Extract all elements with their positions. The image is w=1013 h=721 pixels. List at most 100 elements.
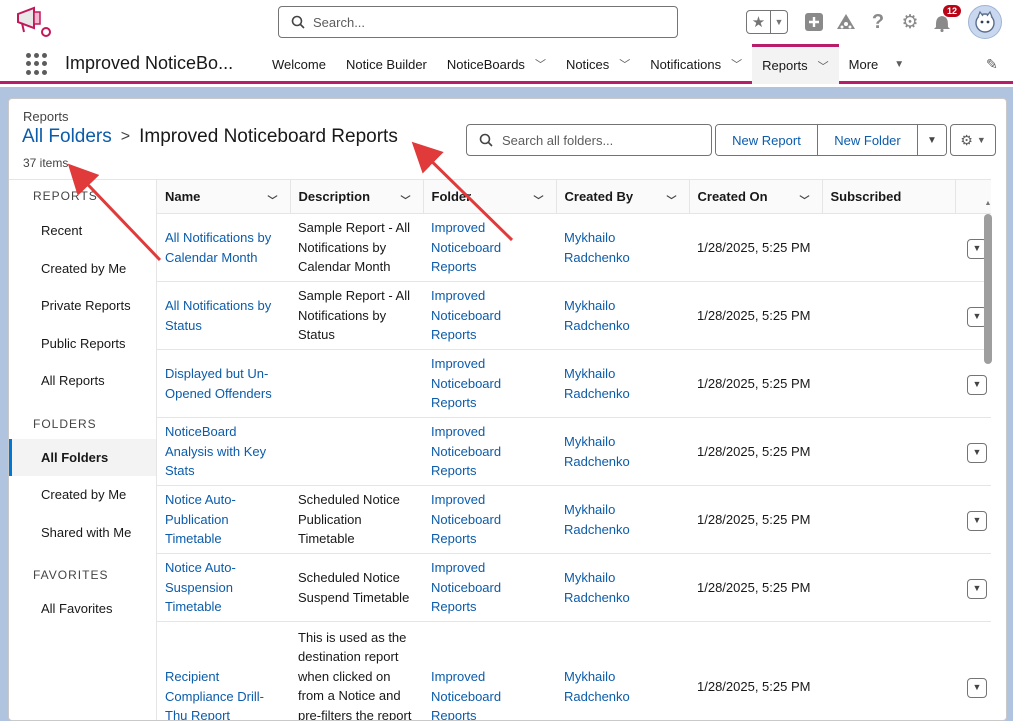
list-settings-gear-button[interactable]: ⚙ ▼ <box>950 124 996 156</box>
chevron-down-icon[interactable]: ﹀ <box>535 56 546 72</box>
report-created-by-link[interactable]: Mykhailo Radchenko <box>556 485 689 554</box>
new-folder-button[interactable]: New Folder <box>817 125 917 155</box>
chevron-down-icon[interactable]: ﹀ <box>667 192 677 207</box>
column-header-subscribed[interactable]: Subscribed <box>821 179 955 214</box>
app-launcher-icon[interactable] <box>26 53 48 75</box>
nav-tab-notifications[interactable]: Notifications ﹀ <box>640 44 752 84</box>
table-row: Recipient Compliance Drill-Thu Report Th… <box>157 621 991 720</box>
column-header-name[interactable]: Name ﹀ <box>157 179 290 214</box>
report-folder-link[interactable]: Improved Noticeboard Reports <box>423 417 556 486</box>
report-created-by-link[interactable]: Mykhailo Radchenko <box>556 553 689 622</box>
sidebar-item-all-folders[interactable]: All Folders <box>9 439 156 476</box>
star-icon[interactable]: ★ <box>747 11 771 33</box>
nav-tab-notices[interactable]: Notices ﹀ <box>556 44 640 84</box>
report-folder-link[interactable]: Improved Noticeboard Reports <box>423 349 556 418</box>
folder-search-input[interactable]: Search all folders... <box>466 124 712 156</box>
trailhead-icon[interactable] <box>835 11 857 33</box>
report-folder-link[interactable]: Improved Noticeboard Reports <box>423 485 556 554</box>
report-description <box>290 417 423 486</box>
report-name-link[interactable]: All Notifications by Status <box>157 281 290 350</box>
favorites-button[interactable]: ★ ▼ <box>746 10 788 34</box>
notification-count-badge: 12 <box>943 5 962 17</box>
row-actions-menu-icon[interactable]: ▼ <box>967 578 987 599</box>
report-name-link[interactable]: Notice Auto-Suspension Timetable <box>157 553 290 622</box>
new-report-button[interactable]: New Report <box>716 125 817 155</box>
global-actions-icon[interactable] <box>803 11 825 33</box>
report-description: Sample Report - All Notifications by Sta… <box>290 281 423 350</box>
sidebar-item-shared-with-me[interactable]: Shared with Me <box>9 514 156 551</box>
chevron-down-icon[interactable]: ﹀ <box>619 56 630 72</box>
row-actions-cell: ▼ <box>955 553 991 622</box>
column-header-label: Description <box>298 189 371 204</box>
report-folder-link[interactable]: Improved Noticeboard Reports <box>423 213 556 282</box>
chevron-down-icon[interactable]: ▼ <box>771 17 787 27</box>
row-actions-menu-icon[interactable]: ▼ <box>967 510 987 531</box>
report-created-by-link[interactable]: Mykhailo Radchenko <box>556 621 689 720</box>
row-actions-cell: ▼ <box>955 485 991 554</box>
report-created-by-link[interactable]: Mykhailo Radchenko <box>556 349 689 418</box>
setup-gear-icon[interactable]: ⚙ <box>899 11 921 33</box>
sidebar-heading-folders: FOLDERS <box>33 417 97 431</box>
row-actions-menu-icon[interactable]: ▼ <box>967 442 987 463</box>
chevron-down-icon[interactable]: ﹀ <box>731 56 742 72</box>
breadcrumb: All Folders > Improved Noticeboard Repor… <box>22 126 398 148</box>
report-created-on: 1/28/2025, 5:25 PM <box>689 621 822 720</box>
report-name-link[interactable]: Displayed but Un-Opened Offenders <box>157 349 290 418</box>
nav-tab-reports[interactable]: Reports ﹀ <box>752 44 839 84</box>
row-actions-menu-icon[interactable]: ▼ <box>967 374 987 395</box>
column-header-description[interactable]: Description ﹀ <box>289 179 423 214</box>
sidebar-item-created-by-me[interactable]: Created by Me <box>9 250 156 287</box>
app-navigation-bar: Improved NoticeBo... Welcome Notice Buil… <box>0 44 1013 84</box>
report-name-link[interactable]: Notice Auto-Publication Timetable <box>157 485 290 554</box>
nav-tab-welcome[interactable]: Welcome <box>262 44 336 84</box>
sidebar-heading-favorites: FAVORITES <box>33 568 109 582</box>
breadcrumb-all-folders-link[interactable]: All Folders <box>22 126 112 148</box>
report-name-link[interactable]: NoticeBoard Analysis with Key Stats <box>157 417 290 486</box>
help-icon[interactable]: ? <box>867 11 889 33</box>
table-header-row: Name ﹀ Description ﹀ Folder ﹀ Created By ﹀ C… <box>157 179 991 214</box>
app-logo-icon[interactable] <box>14 4 54 40</box>
sidebar-item-public-reports[interactable]: Public Reports <box>9 325 156 362</box>
global-search-placeholder: Search... <box>313 14 366 30</box>
report-created-by-link[interactable]: Mykhailo Radchenko <box>556 281 689 350</box>
nav-tab-noticeboards[interactable]: NoticeBoards ﹀ <box>437 44 556 84</box>
scroll-up-arrow-icon[interactable]: ▲ <box>984 200 992 210</box>
caret-down-icon[interactable]: ▼ <box>894 59 904 70</box>
edit-nav-pencil-icon[interactable]: ✎ <box>986 56 998 73</box>
notifications-bell-icon[interactable]: 12 <box>931 5 962 33</box>
chevron-down-icon[interactable]: ﹀ <box>534 192 544 207</box>
nav-tab-more[interactable]: More ▼ <box>839 44 915 84</box>
report-created-by-link[interactable]: Mykhailo Radchenko <box>556 417 689 486</box>
sidebar-item-recent[interactable]: Recent <box>9 212 156 249</box>
report-name-link[interactable]: All Notifications by Calendar Month <box>157 213 290 282</box>
column-header-created-on[interactable]: Created On ﹀ <box>688 179 822 214</box>
column-header-created-by[interactable]: Created By ﹀ <box>555 179 689 214</box>
sidebar-item-all-reports[interactable]: All Reports <box>9 362 156 399</box>
report-created-by-link[interactable]: Mykhailo Radchenko <box>556 213 689 282</box>
global-search-input[interactable]: Search... <box>278 6 678 38</box>
report-created-on: 1/28/2025, 5:25 PM <box>689 553 822 622</box>
chevron-down-icon[interactable]: ﹀ <box>268 192 278 207</box>
table-scrollbar-thumb[interactable] <box>984 214 992 364</box>
report-folder-link[interactable]: Improved Noticeboard Reports <box>423 621 556 720</box>
report-folder-link[interactable]: Improved Noticeboard Reports <box>423 553 556 622</box>
sidebar-item-private-reports[interactable]: Private Reports <box>9 287 156 324</box>
user-avatar[interactable] <box>968 5 1002 39</box>
report-subscribed <box>822 553 955 622</box>
report-name-link[interactable]: Recipient Compliance Drill-Thu Report <box>157 621 290 720</box>
nav-tab-label: Notifications <box>650 56 722 72</box>
reports-list-card: Reports All Folders > Improved Noticeboa… <box>8 98 1007 721</box>
chevron-down-icon[interactable]: ﹀ <box>818 58 829 74</box>
report-folder-link[interactable]: Improved Noticeboard Reports <box>423 281 556 350</box>
chevron-right-icon: > <box>120 128 131 145</box>
report-subscribed <box>822 213 955 282</box>
more-actions-dropdown-icon[interactable]: ▼ <box>917 125 946 155</box>
row-actions-menu-icon[interactable]: ▼ <box>967 677 987 698</box>
sidebar-item-folders-created-by-me[interactable]: Created by Me <box>9 476 156 513</box>
column-header-folder[interactable]: Folder ﹀ <box>422 179 556 214</box>
sidebar-item-all-favorites[interactable]: All Favorites <box>9 590 156 627</box>
nav-tab-notice-builder[interactable]: Notice Builder <box>336 44 437 84</box>
report-created-on: 1/28/2025, 5:25 PM <box>689 213 822 282</box>
chevron-down-icon[interactable]: ﹀ <box>401 192 411 207</box>
chevron-down-icon[interactable]: ﹀ <box>800 192 810 207</box>
